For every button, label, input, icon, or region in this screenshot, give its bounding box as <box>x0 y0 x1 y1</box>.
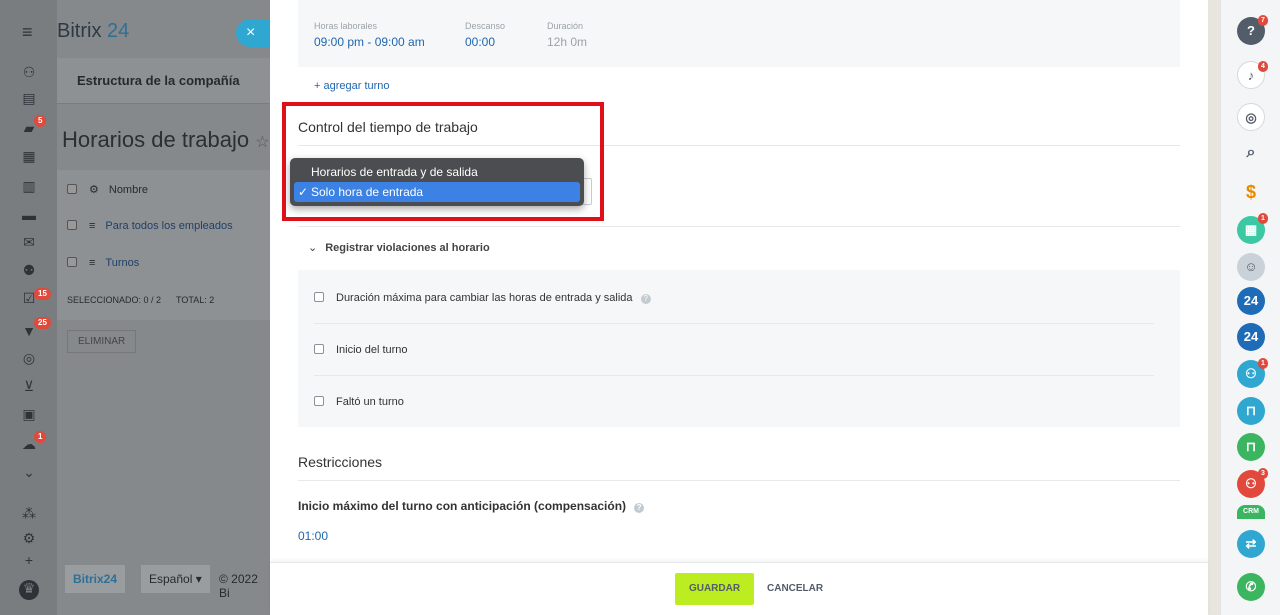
divider <box>314 323 1154 324</box>
chat-badge: 5 <box>34 115 47 127</box>
checklist-badge: 15 <box>34 288 51 300</box>
panel-footer: GUARDAR CANCELAR <box>270 562 1208 615</box>
schedules-table: ⚙ Nombre ≡ Para todos los empleados ≡ Turno… <box>57 170 270 320</box>
gear-icon[interactable]: ⚙ <box>89 184 99 196</box>
duration-label: Duración <box>547 21 584 31</box>
break-label: Descanso <box>465 21 506 31</box>
shift-box: Horas laborales 09:00 pm - 09:00 am Desc… <box>298 0 1180 67</box>
portal-logo[interactable]: Bitrix 24 <box>57 20 129 43</box>
notifications-badge: 4 <box>1258 61 1268 72</box>
help-badge: 7 <box>1258 15 1268 26</box>
violation-checkbox[interactable] <box>314 344 324 354</box>
portal-tab-bar: Estructura de la compañía <box>57 58 270 104</box>
phone-icon[interactable]: ✆ <box>1237 573 1265 601</box>
delete-button[interactable]: ELIMINAR <box>67 330 137 353</box>
user-avatar[interactable]: ☺ <box>1237 253 1265 281</box>
restrictions-title: Restricciones <box>298 454 383 470</box>
lock-icon[interactable]: ⊓ <box>1237 433 1265 461</box>
contact-card-icon[interactable]: ▣ <box>21 406 37 422</box>
cart-icon[interactable]: ⊻ <box>21 378 37 394</box>
background-portal: Bitrix 24 Estructura de la compañía Hora… <box>57 0 270 615</box>
group-badge: 1 <box>1258 358 1268 369</box>
violation-item[interactable]: Inicio del turno <box>314 344 408 356</box>
drag-icon[interactable]: ≡ <box>89 220 95 232</box>
menu-icon[interactable]: ≡ <box>22 22 33 43</box>
transfer-icon[interactable]: ⇄ <box>1237 530 1265 558</box>
search-icon[interactable]: ⌕ <box>1237 139 1265 167</box>
employees-icon[interactable]: ⚉ <box>21 262 37 278</box>
crm-icon[interactable]: CRM <box>1237 505 1265 519</box>
settings-icon[interactable]: ⚙ <box>21 530 37 546</box>
right-bar: ? 7 ♪ 4 ◎ ⌕ $ ▦ 1 ☺ 24 24 ⚇ 1 ⊓ ⊓ ⚇ 3 CR… <box>1220 0 1280 615</box>
violations-toggle[interactable]: ⌄ Registrar violaciones al horario <box>308 241 490 254</box>
drive-icon[interactable]: ▬ <box>21 207 37 223</box>
table-header: ⚙ Nombre <box>67 183 148 196</box>
duration-value: 12h 0m <box>547 35 588 49</box>
filter-badge: 25 <box>34 317 51 329</box>
working-hours-value[interactable]: 09:00 pm - 09:00 am <box>314 35 425 49</box>
calendar-icon[interactable]: ▦ <box>21 148 37 164</box>
star-icon[interactable]: ☆ <box>255 134 269 151</box>
add-shift-link[interactable]: + agregar turno <box>314 80 390 92</box>
save-button[interactable]: GUARDAR <box>675 573 754 605</box>
table-row[interactable]: ≡ Turnos <box>67 257 139 269</box>
messages-icon[interactable]: ◎ <box>1237 103 1265 131</box>
divider <box>298 226 1180 227</box>
row-checkbox[interactable] <box>67 257 77 267</box>
tab-company-structure[interactable]: Estructura de la compañía <box>77 73 240 88</box>
group-badge: 3 <box>1258 468 1268 479</box>
table-summary: SELECCIONADO: 0 / 2 TOTAL: 2 <box>67 295 215 305</box>
help-icon[interactable]: ? <box>634 503 645 513</box>
slider-panel: Horas laborales 09:00 pm - 09:00 am Desc… <box>270 0 1208 615</box>
lock-icon[interactable]: ⊓ <box>1237 397 1265 425</box>
divider <box>298 480 1180 481</box>
crown-icon[interactable]: ♛ <box>19 580 39 600</box>
working-hours-label: Horas laborales <box>314 21 378 31</box>
schedule-form: Horas laborales 09:00 pm - 09:00 am Desc… <box>270 0 1208 562</box>
max-start-value[interactable]: 01:00 <box>298 529 328 543</box>
add-icon[interactable]: + <box>21 552 37 568</box>
mail-icon[interactable]: ✉ <box>21 234 37 250</box>
chevron-down-icon: ⌄ <box>308 242 318 254</box>
violation-item[interactable]: Duración máxima para cambiar las horas d… <box>314 292 651 304</box>
divider <box>314 375 1154 376</box>
target-icon[interactable]: ◎ <box>21 350 37 366</box>
left-nav: ≡ ⚇ ▤ ▰ 5 ▦ ▥ ▬ ✉ ⚉ ☑ 15 ▼ 25 ◎ ⊻ ▣ ☁ 1 … <box>0 0 57 615</box>
portal-footer: Bitrix24 Español ▾ © 2022 Bi <box>57 563 270 603</box>
copyright: © 2022 Bi <box>219 572 258 600</box>
language-selector[interactable]: Español ▾ <box>141 565 210 593</box>
select-all-checkbox[interactable] <box>67 184 77 194</box>
row-checkbox[interactable] <box>67 220 77 230</box>
highlight-box <box>282 102 604 221</box>
table-row[interactable]: ≡ Para todos los empleados <box>67 220 233 232</box>
bitrix24-icon[interactable]: 24 <box>1237 287 1265 315</box>
footer-logo[interactable]: Bitrix24 <box>65 565 126 593</box>
cancel-button[interactable]: CANCELAR <box>767 573 823 605</box>
help-icon[interactable]: ? <box>640 294 651 304</box>
violation-item[interactable]: Faltó un turno <box>314 396 404 408</box>
bitrix24-icon[interactable]: 24 <box>1237 323 1265 351</box>
cloud-badge: 1 <box>34 431 47 443</box>
more-icon[interactable]: ⌄ <box>21 464 37 480</box>
close-slider-button[interactable]: × <box>236 19 270 47</box>
calendar-badge: 1 <box>1258 213 1268 224</box>
tasks-icon[interactable]: ▤ <box>21 90 37 106</box>
page-title: Horarios de trabajo ☆ <box>62 127 270 152</box>
sales-icon[interactable]: $ <box>1237 178 1265 206</box>
violation-checkbox[interactable] <box>314 292 324 302</box>
document-icon[interactable]: ▥ <box>21 178 37 194</box>
break-value[interactable]: 00:00 <box>465 35 495 49</box>
violation-checkbox[interactable] <box>314 396 324 406</box>
drag-icon[interactable]: ≡ <box>89 257 95 269</box>
max-start-label: Inicio máximo del turno con anticipación… <box>298 499 645 513</box>
sitemap-icon[interactable]: ⁂ <box>21 505 37 521</box>
violations-box: Duración máxima para cambiar las horas d… <box>298 270 1180 427</box>
activity-icon[interactable]: ⚇ <box>21 64 37 80</box>
